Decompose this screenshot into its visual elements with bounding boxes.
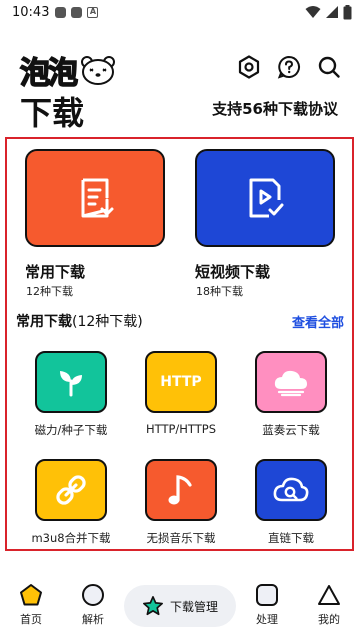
tile-direct-link[interactable] (255, 459, 327, 521)
status-bar: 10:43 A (0, 0, 360, 24)
sprout-icon (60, 371, 82, 397)
app-logo: 泡泡 (19, 48, 116, 92)
tile-label-direct: 直链下载 (268, 531, 314, 545)
download-panel: 常用下载 12种下载 短视频下载 18种下载 常用下载(12种下载) 查看全部 … (5, 137, 354, 551)
battery-icon (343, 4, 352, 19)
square-icon (256, 584, 278, 606)
tile-lossless-music[interactable] (145, 459, 217, 521)
see-all-link[interactable]: 查看全部 (292, 312, 344, 331)
tile-label-magnet: 磁力/种子下载 (34, 423, 108, 437)
tile-lanzou-cloud[interactable] (255, 351, 327, 413)
http-text-icon: HTTP (160, 374, 202, 390)
tile-m3u8[interactable] (35, 459, 107, 521)
nav-home-label: 首页 (20, 613, 42, 626)
signal-icon (326, 6, 338, 18)
nav-home[interactable]: 首页 (1, 583, 61, 627)
star-icon (142, 596, 163, 616)
help-button[interactable] (276, 54, 302, 80)
triangle-icon (318, 585, 340, 605)
nav-mine[interactable]: 我的 (299, 583, 359, 627)
page-title: 下载 (20, 94, 85, 132)
cloud-search-icon (273, 477, 309, 502)
document-download-icon (81, 178, 114, 218)
tile-label-http: HTTP/HTTPS (145, 422, 217, 436)
short-video-download-card[interactable] (195, 149, 335, 247)
nav-mine-label: 我的 (318, 613, 340, 626)
nav-download-manager-label: 下载管理 (169, 599, 218, 614)
tile-http[interactable]: HTTP (145, 351, 217, 413)
section-title-count: (12种下载) (72, 314, 143, 330)
tile-magnet-torrent[interactable] (35, 351, 107, 413)
bottom-nav: 首页 解析 下载管理 处理 我的 (0, 575, 360, 641)
tile-label-music: 无损音乐下载 (146, 531, 216, 545)
notification-icon (55, 6, 67, 18)
settings-button[interactable] (236, 54, 262, 80)
music-note-icon (168, 475, 192, 505)
notification-icon (71, 6, 83, 18)
help-icon (277, 55, 300, 79)
nav-parse[interactable]: 解析 (63, 583, 123, 627)
section-title: 常用下载(12种下载) (16, 311, 143, 331)
tile-label-m3u8: m3u8合并下载 (31, 531, 111, 545)
home-pentagon-icon (20, 584, 42, 606)
circle-icon (82, 584, 104, 606)
status-time: 10:43 (12, 4, 50, 20)
nav-download-manager[interactable]: 下载管理 (124, 585, 236, 627)
nav-process[interactable]: 处理 (237, 583, 297, 627)
video-file-icon (249, 178, 284, 218)
search-icon (318, 56, 340, 78)
nav-process-label: 处理 (256, 613, 278, 626)
tile-label-lanzou: 蓝奏云下载 (262, 423, 320, 437)
link-icon (56, 475, 86, 505)
logo-text: 泡泡 (19, 55, 79, 92)
protocol-count-text: 支持56种下载协议 (212, 100, 338, 118)
nav-parse-label: 解析 (82, 613, 104, 626)
gear-icon (238, 55, 260, 79)
wifi-icon (305, 6, 321, 18)
common-download-title: 常用下载 (25, 263, 86, 281)
search-button[interactable] (316, 54, 342, 80)
common-download-count: 12种下载 (26, 285, 73, 298)
cloud-icon (274, 370, 307, 397)
short-video-download-count: 18种下载 (196, 285, 243, 298)
short-video-download-title: 短视频下载 (195, 263, 271, 281)
section-title-main: 常用下载 (16, 314, 72, 330)
a-badge-icon: A (87, 6, 99, 18)
common-download-card[interactable] (25, 149, 165, 247)
bear-icon (81, 56, 115, 85)
header: 泡泡 下载 支持56种下载协议 (0, 40, 360, 132)
